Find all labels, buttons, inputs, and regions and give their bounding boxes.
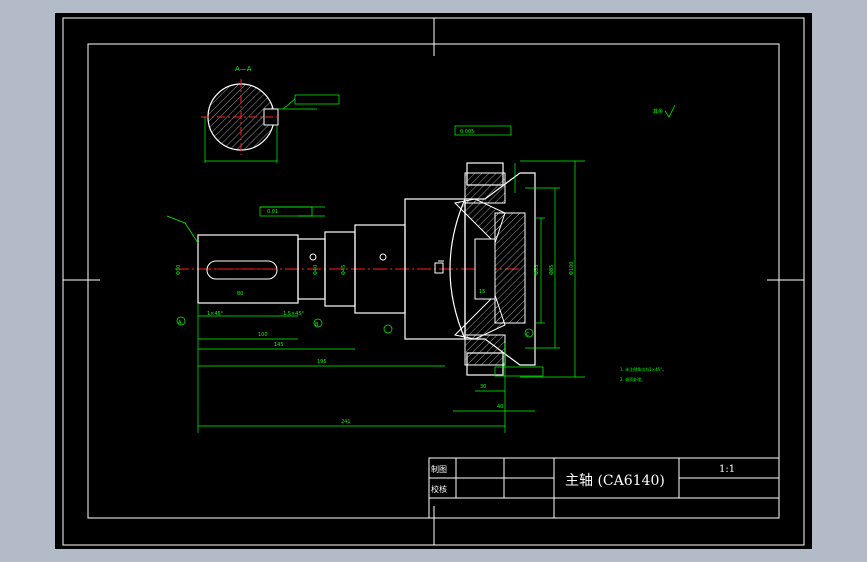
dim-len-b: 145 [274,342,284,348]
ref-b: B [315,322,319,328]
dim-dia-6: Φ100 [569,262,575,275]
section-label: A—A [235,65,252,73]
technical-notes: 1. 未注倒角均为1×45°。 2. 调质处理。 [620,366,666,382]
dim-len-a: 195 [317,359,327,365]
keyway-slot [206,260,278,280]
dim-chamfer-1: 1×45° [207,311,224,317]
dim-dia-2: Φ40 [313,265,319,275]
dim-total-length: 241 [341,419,351,425]
drawing-scale: 1:1 [719,464,735,475]
dim-len-e: 40 [497,404,503,410]
dim-len-f: 30 [480,384,486,390]
dim-dia-5: Φ85 [549,265,555,275]
dim-len-d: 80 [237,291,243,297]
ref-a: A [178,320,182,326]
dim-len-c: 100 [258,332,268,338]
dim-tol-2: 0.005 [460,129,474,135]
dim-tol-1: 0.01 [267,209,278,215]
label-checked: 校核 [431,484,447,494]
label-drawn: 制图 [431,464,447,474]
roughness-note: 其余 [653,104,676,118]
dim-dia-4: Φ55 [534,265,540,275]
shaft-main-view [175,198,520,340]
inner-border [87,43,780,519]
drawing-title: 主轴 (CA6140) [565,473,665,489]
note-2: 2. 调质处理。 [620,376,645,382]
dim-dia-1: Φ30 [176,265,182,275]
cad-drawing-canvas: A—A 241 195 145 100 80 40 30 15 1×45° 1.… [55,13,812,549]
dim-dia-3: Φ45 [341,265,347,275]
svg-text:其余: 其余 [653,108,663,115]
section-view: A—A [201,65,340,163]
note-1: 1. 未注倒角均为1×45°。 [620,366,666,372]
ref-c: C [526,332,530,338]
dim-len-g: 15 [479,289,485,295]
drawing-svg: A—A 241 195 145 100 80 40 30 15 1×45° 1.… [62,17,805,546]
dim-chamfer-2: 1.5×45° [283,311,305,317]
